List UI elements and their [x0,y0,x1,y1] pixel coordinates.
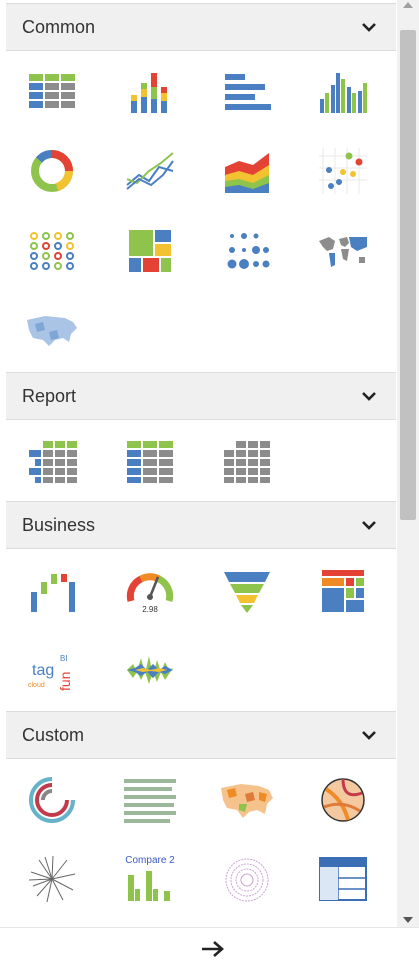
treemap-chart-icon[interactable] [121,222,179,280]
gauge-value-text: 2.98 [142,605,158,614]
section-label-report: Report [22,385,77,406]
section-header-report[interactable]: Report [6,372,396,420]
us-map-icon[interactable] [23,301,81,359]
chevron-down-icon[interactable] [358,724,380,746]
stacked-column-chart-icon[interactable] [121,63,179,121]
tag-cloud-word-3: cloud [28,682,45,689]
column-chart-icon[interactable] [314,63,372,121]
bubble-grid-chart-icon[interactable] [218,222,276,280]
waterfall-chart-icon[interactable] [23,562,81,620]
section-header-common[interactable]: Common [6,3,396,51]
scatter-chart-icon[interactable] [314,142,372,200]
compare-chart-custom-icon[interactable]: Compare 2 [121,850,179,908]
radial-bar-custom-icon[interactable] [23,771,81,829]
area-chart-icon[interactable] [218,142,276,200]
crosstab-report-icon[interactable] [23,432,81,490]
table-report-icon[interactable] [121,432,179,490]
tag-cloud-word-2: fun [57,672,73,691]
scroll-down-arrow-icon[interactable] [403,917,413,923]
panel-footer [0,927,419,967]
section-label-business: Business [22,514,96,535]
chart-type-panel: Common Report Business 2.98 tag cloud BI… [0,0,397,927]
world-map-icon[interactable] [314,222,372,280]
section-header-business[interactable]: Business [6,501,396,549]
gauge-chart-icon[interactable]: 2.98 [121,562,179,620]
line-chart-icon[interactable] [121,142,179,200]
section-header-custom[interactable]: Custom [6,711,396,759]
section-label-custom: Custom [22,724,85,745]
compare-chart-label: Compare 2 [125,855,175,866]
custom-table-icon[interactable] [314,850,372,908]
circular-plot-custom-icon[interactable] [218,850,276,908]
tree-radial-custom-icon[interactable] [23,850,81,908]
next-arrow-button[interactable] [198,934,228,964]
tag-cloud-word-4: BI [60,654,68,663]
chevron-down-icon[interactable] [358,16,380,38]
tag-cloud-word-1: tag [32,662,54,679]
text-list-custom-icon[interactable] [121,771,179,829]
funnel-chart-icon[interactable] [218,562,276,620]
stream-chart-icon[interactable] [121,641,179,699]
donut-chart-icon[interactable] [23,142,81,200]
grid-report-icon[interactable] [218,432,276,490]
arrow-right-icon [202,941,224,957]
scroll-up-arrow-icon[interactable] [403,2,413,8]
vertical-scrollbar[interactable] [397,0,419,927]
section-label-common: Common [22,16,96,37]
chevron-down-icon[interactable] [358,514,380,536]
dot-matrix-chart-icon[interactable] [23,222,81,280]
choropleth-map-custom-icon[interactable] [218,771,276,829]
scrollbar-thumb[interactable] [400,30,416,520]
table-chart-icon[interactable] [23,63,81,121]
heatmap-chart-icon[interactable] [314,562,372,620]
tag-cloud-icon[interactable]: tag cloud BI fun [23,641,81,699]
chevron-down-icon[interactable] [358,385,380,407]
bar-chart-icon[interactable] [218,63,276,121]
chord-diagram-custom-icon[interactable] [314,771,372,829]
